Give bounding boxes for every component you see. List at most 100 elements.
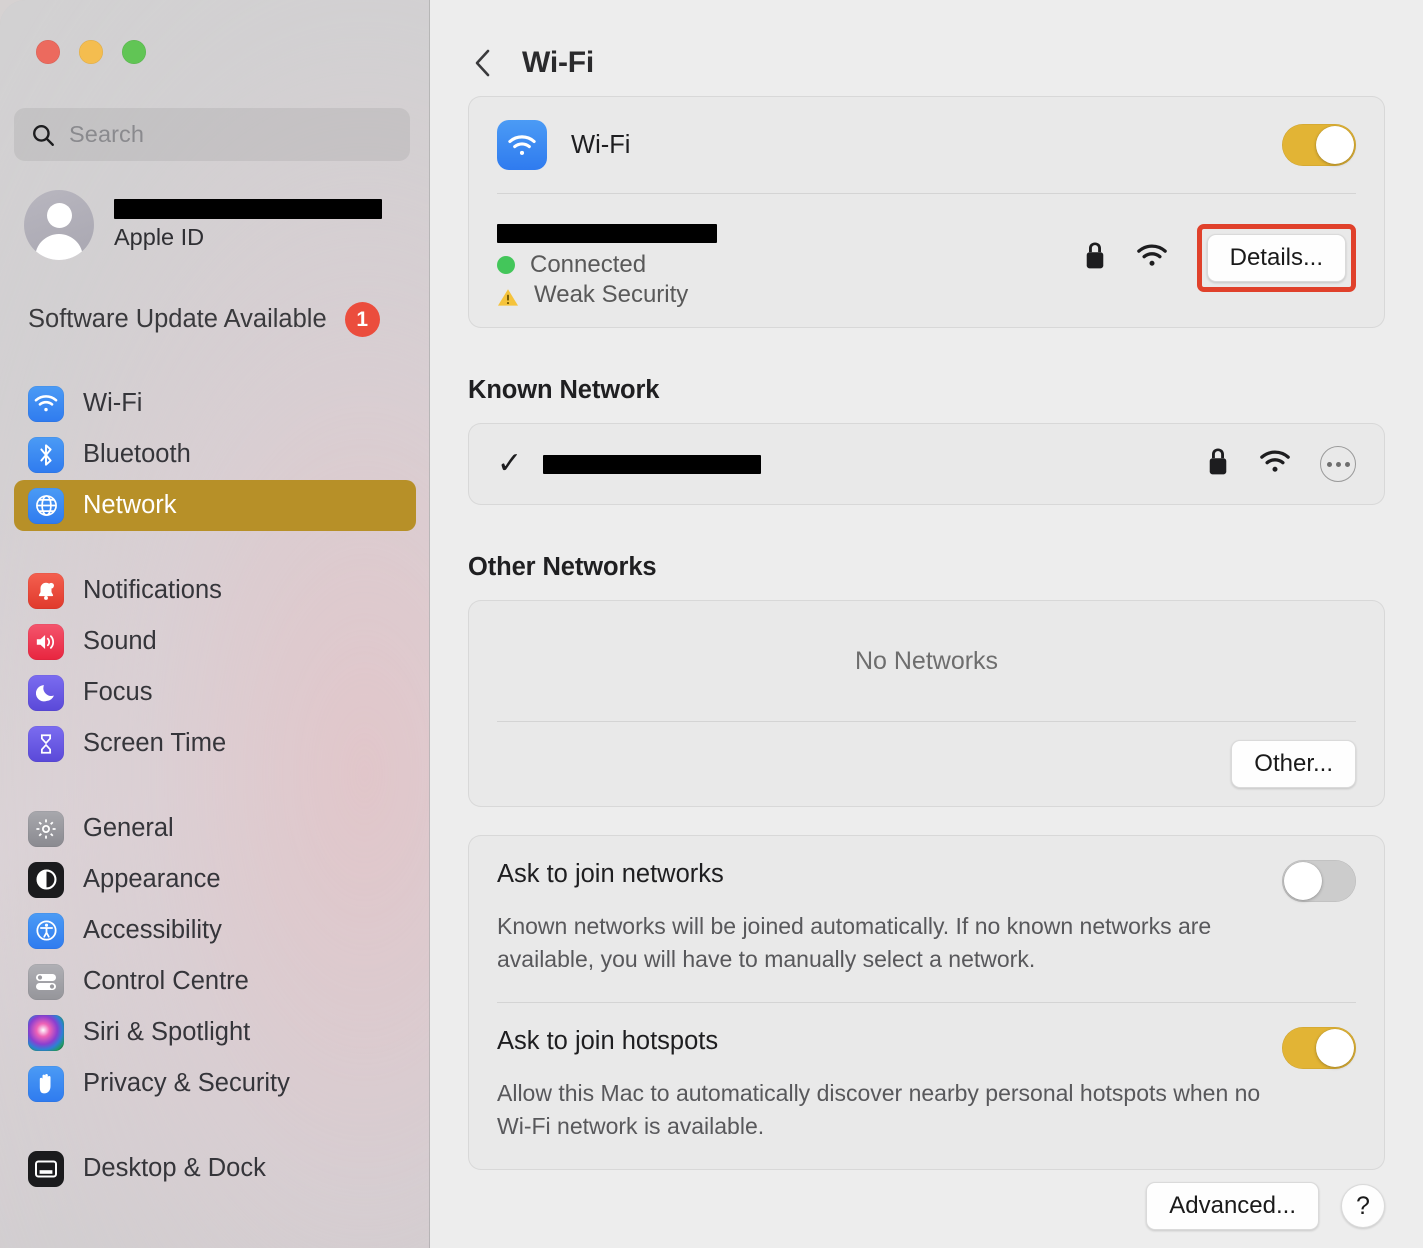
back-button[interactable] [468,46,498,80]
help-button[interactable]: ? [1341,1184,1385,1228]
weak-security-label: Weak Security [534,281,689,308]
system-settings-window: Search Apple ID Software Update Availabl… [0,0,1423,1248]
other-networks-card: No Networks Other... [468,600,1385,807]
moon-icon [28,674,64,711]
siri-icon [28,1014,64,1051]
accessibility-icon [28,912,64,949]
wifi-icon [28,385,64,422]
join-preferences-card: Ask to join networks Known networks will… [468,835,1385,1171]
other-button[interactable]: Other... [1231,740,1356,788]
sidebar-item-siri-spotlight[interactable]: Siri & Spotlight [14,1007,416,1058]
sidebar-item-label: Desktop & Dock [83,1154,266,1182]
ellipsis-circle-icon[interactable] [1320,446,1356,482]
warning-triangle-icon [497,286,519,306]
sidebar-item-bluetooth[interactable]: Bluetooth [14,429,416,480]
account-name-redacted [114,199,382,219]
bell-icon [28,572,64,609]
ask-to-join-networks-toggle[interactable] [1282,860,1356,902]
sidebar-item-accessibility[interactable]: Accessibility [14,905,416,956]
window-controls [36,40,146,64]
gear-icon [28,810,64,847]
main-content: Wi-Fi Wi-Fi Connected Weak Security Deta… [430,0,1423,1248]
ask-to-join-networks-block: Ask to join networks Known networks will… [469,836,1384,1002]
connected-status-label: Connected [530,251,647,278]
sidebar-group-personalization: General Appearance Accessibility Control… [0,803,429,1109]
wifi-toggle[interactable] [1282,124,1356,166]
sidebar-item-desktop-dock[interactable]: Desktop & Dock [14,1143,416,1194]
sidebar-item-appearance[interactable]: Appearance [14,854,416,905]
software-update-row[interactable]: Software Update Available 1 [28,302,380,337]
ask-to-join-networks-description: Known networks will be joined automatica… [497,913,1212,973]
sidebar-item-label: Siri & Spotlight [83,1018,251,1046]
software-update-badge: 1 [344,302,380,337]
apple-id-row[interactable]: Apple ID [24,190,382,260]
wifi-signal-icon [1135,243,1169,273]
globe-icon [28,487,64,524]
sidebar-item-wifi[interactable]: Wi-Fi [14,378,416,429]
content-footer: Advanced... ? [1146,1182,1385,1230]
wifi-signal-icon [1258,449,1292,479]
details-highlight-box: Details... [1196,224,1356,292]
sidebar-item-control-centre[interactable]: Control Centre [14,956,416,1007]
sidebar-item-label: General [83,814,174,842]
security-status: Weak Security [497,281,717,309]
lock-icon [1206,447,1230,482]
sidebar-item-privacy-security[interactable]: Privacy & Security [14,1058,416,1109]
wifi-card: Wi-Fi Connected Weak Security Details... [468,96,1385,328]
known-network-row[interactable]: ✓ [469,424,1384,504]
sidebar-item-network[interactable]: Network [14,480,416,531]
connected-status: Connected [497,251,717,279]
sidebar-item-label: Sound [83,627,157,655]
details-button[interactable]: Details... [1206,234,1346,282]
status-dot-icon [497,256,515,274]
sidebar-item-label: Appearance [83,865,221,893]
zoom-button[interactable] [122,40,146,64]
page-title: Wi-Fi [522,46,595,79]
sidebar-item-label: Wi-Fi [83,389,143,417]
sidebar-item-label: Bluetooth [83,440,191,468]
sidebar-item-label: Notifications [83,576,222,604]
known-network-heading: Known Network [468,376,660,404]
sidebar-item-label: Network [83,491,177,519]
known-network-card: ✓ [468,423,1385,505]
sidebar-item-screen-time[interactable]: Screen Time [14,718,416,769]
sidebar-item-sound[interactable]: Sound [14,616,416,667]
sidebar-item-label: Screen Time [83,729,227,757]
desktop-dock-icon [28,1150,64,1187]
lock-icon [1083,241,1107,276]
known-network-actions [1206,446,1356,482]
wifi-icon [497,120,547,170]
search-field[interactable]: Search [14,108,410,161]
no-networks-label: No Networks [854,646,999,675]
sidebar-item-general[interactable]: General [14,803,416,854]
wifi-row-label: Wi-Fi [571,130,631,159]
advanced-button[interactable]: Advanced... [1146,1182,1319,1230]
hand-icon [28,1065,64,1102]
ask-to-join-hotspots-toggle[interactable] [1282,1027,1356,1070]
minimize-button[interactable] [79,40,103,64]
other-networks-heading: Other Networks [468,553,657,581]
connected-ssid-redacted [497,224,717,243]
sidebar-nav: Wi-Fi Bluetooth Network Notifications So… [0,378,429,1194]
bluetooth-icon [28,436,64,473]
connected-network-info: Connected Weak Security [497,212,717,309]
search-placeholder: Search [69,121,145,147]
connected-network-row: Connected Weak Security Details... [469,194,1384,327]
known-ssid-redacted [543,454,761,474]
control-centre-icon [28,963,64,1000]
ask-to-join-networks-label: Ask to join networks [497,860,724,888]
wifi-toggle-row: Wi-Fi [469,97,1384,193]
sidebar-item-focus[interactable]: Focus [14,667,416,718]
ask-to-join-hotspots-block: Ask to join hotspots Allow this Mac to a… [469,1003,1384,1169]
sidebar-item-label: Control Centre [83,967,249,995]
sidebar-group-connectivity: Wi-Fi Bluetooth Network [0,378,429,531]
close-button[interactable] [36,40,60,64]
ask-to-join-hotspots-description: Allow this Mac to automatically discover… [497,1080,1261,1140]
checkmark-icon: ✓ [497,447,523,480]
speaker-icon [28,623,64,660]
sidebar-item-notifications[interactable]: Notifications [14,565,416,616]
appearance-contrast-icon [28,861,64,898]
chevron-left-icon [475,49,490,77]
sidebar-item-label: Focus [83,678,153,706]
content-header: Wi-Fi [430,0,1423,96]
